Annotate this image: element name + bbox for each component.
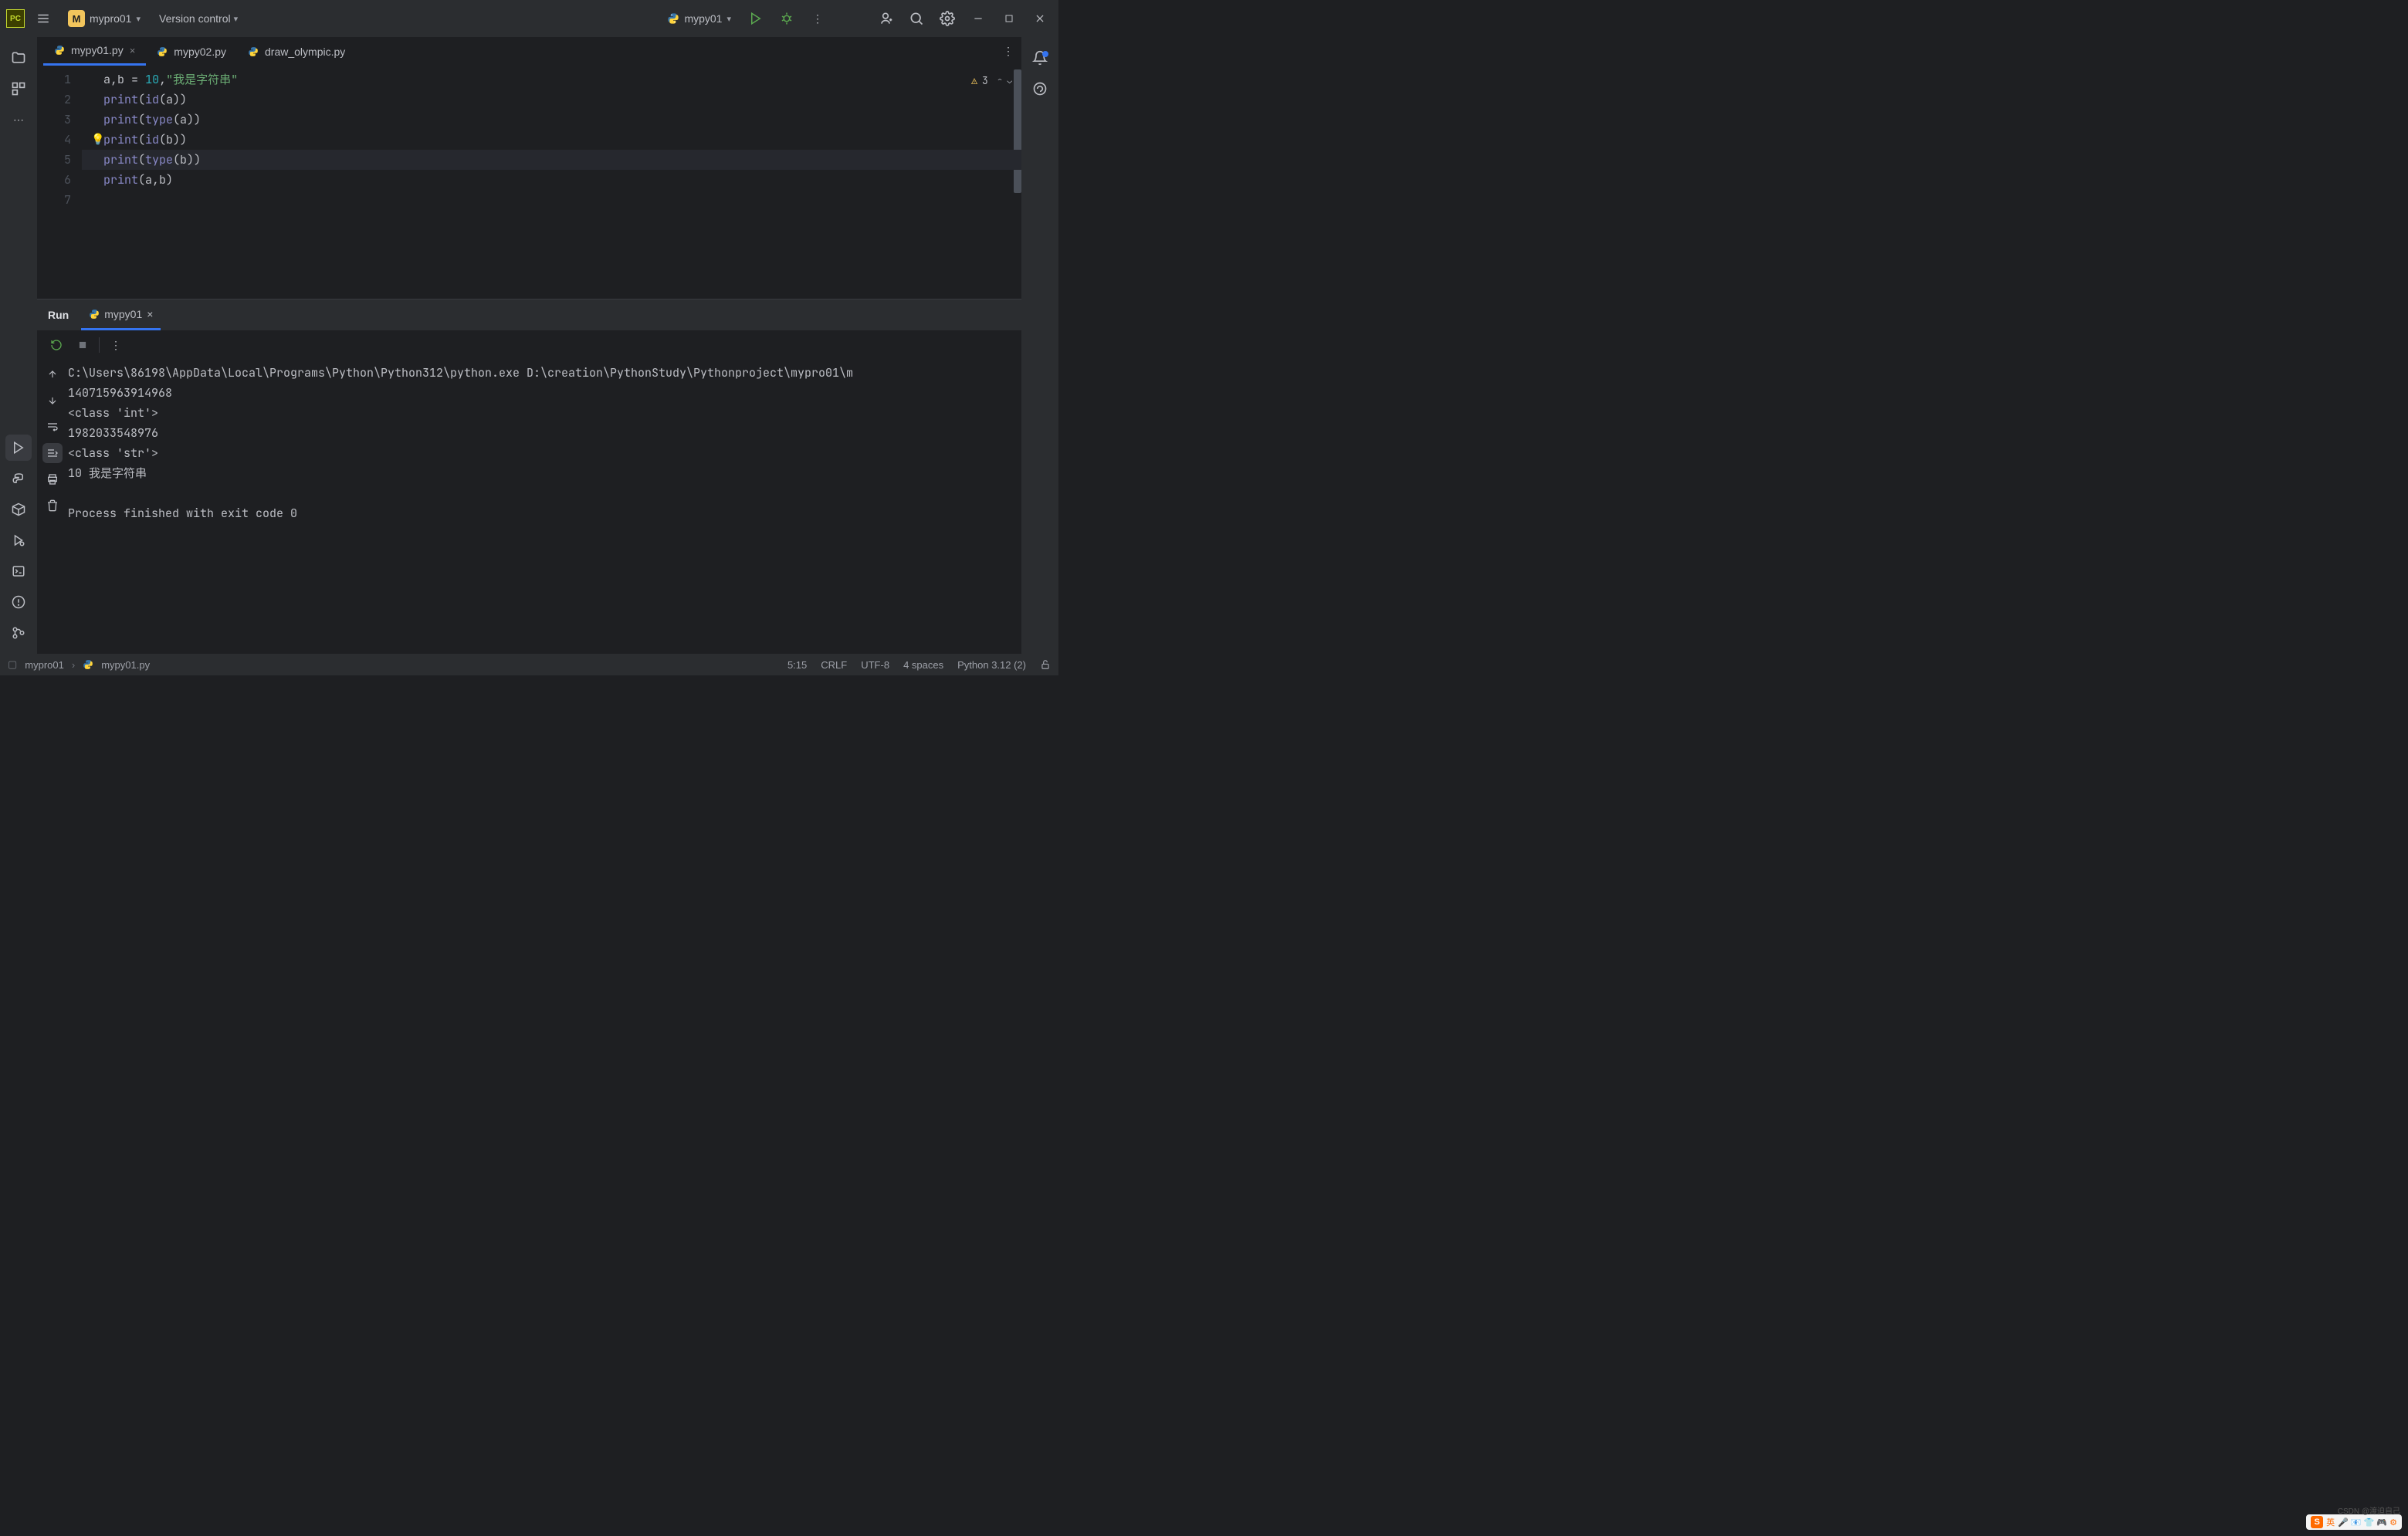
main-menu-button[interactable]: [31, 6, 56, 31]
lock-icon[interactable]: [1040, 659, 1051, 670]
indent-setting[interactable]: 4 spaces: [903, 659, 943, 671]
problems-button[interactable]: [5, 589, 32, 615]
run-config-selector[interactable]: mypy01 ▾: [661, 9, 737, 28]
close-icon[interactable]: ×: [147, 308, 153, 320]
editor-tab[interactable]: draw_olympic.py: [237, 37, 356, 66]
cursor-position[interactable]: 5:15: [787, 659, 807, 671]
editor-tab-label: draw_olympic.py: [265, 46, 345, 58]
close-window-button[interactable]: [1028, 6, 1052, 31]
right-tool-strip: [1021, 37, 1058, 654]
editor-tab-label: mypy02.py: [174, 46, 226, 58]
ime-badge-icon: S: [2311, 1516, 2323, 1528]
print-button[interactable]: [42, 469, 63, 489]
run-panel: Run mypy01 × ⋮: [37, 299, 1021, 654]
project-selector[interactable]: M mypro01 ▾: [62, 7, 147, 30]
python-icon: [248, 46, 259, 57]
watermark: CSDN @渡迫自己: [2338, 1504, 2400, 1516]
notification-dot-icon: [1042, 51, 1048, 57]
services-button[interactable]: [5, 527, 32, 553]
code-line[interactable]: print(type(b)): [82, 150, 1021, 170]
editor-tab[interactable]: mypy01.py ×: [43, 37, 146, 66]
close-icon[interactable]: ×: [130, 45, 136, 56]
editor-tabs-more-button[interactable]: ⋮: [995, 45, 1021, 58]
minimize-button[interactable]: [966, 6, 991, 31]
code-line[interactable]: a,b = 10,"我是字符串": [82, 69, 1021, 90]
left-tool-strip: ⋯: [0, 37, 37, 654]
run-panel-title: Run: [48, 309, 69, 321]
run-toolbar-more-button[interactable]: ⋮: [106, 335, 126, 355]
python-icon: [667, 12, 679, 25]
scroll-to-end-button[interactable]: [42, 443, 63, 463]
project-badge: M: [68, 10, 85, 27]
run-tool-button[interactable]: [5, 435, 32, 461]
down-button[interactable]: [42, 391, 63, 411]
soft-wrap-button[interactable]: [42, 417, 63, 437]
stop-button[interactable]: [73, 335, 93, 355]
rerun-button[interactable]: [46, 335, 66, 355]
editor-code-area[interactable]: 💡 ⚠ 3 ⌃ ⌄ a,b = 10,"我是字符串"print(id(a))pr…: [82, 66, 1021, 299]
breadcrumb-separator: ›: [72, 659, 75, 671]
python-packages-button[interactable]: [5, 496, 32, 523]
python-icon: [89, 309, 100, 320]
app-icon: PC: [6, 9, 25, 28]
console-output[interactable]: C:\Users\86198\AppData\Local\Programs\Py…: [68, 360, 1021, 654]
version-control-label: Version control: [159, 12, 231, 25]
clear-button[interactable]: [42, 496, 63, 516]
file-encoding[interactable]: UTF-8: [861, 659, 889, 671]
settings-button[interactable]: [935, 6, 960, 31]
statusbar: ▢ mypro01 › mypy01.py 5:15 CRLF UTF-8 4 …: [0, 654, 1058, 675]
terminal-button[interactable]: [5, 558, 32, 584]
ime-toolbar[interactable]: S 英 🎤 📧 👕 🎮 ⚙: [2306, 1514, 2402, 1530]
editor[interactable]: 1234567 💡 ⚠ 3 ⌃ ⌄ a,b = 10,"我是字符串"print(…: [37, 66, 1021, 299]
version-control-menu[interactable]: Version control ▾: [153, 9, 244, 28]
chevron-down-icon: ▾: [136, 14, 141, 24]
more-actions-button[interactable]: ⋮: [805, 6, 830, 31]
version-control-tool-button[interactable]: [5, 620, 32, 646]
run-tab-label: mypy01: [104, 308, 142, 320]
run-config-label: mypy01: [684, 12, 722, 25]
chevron-down-icon: ▾: [234, 14, 239, 24]
more-tool-button[interactable]: ⋯: [5, 107, 32, 133]
ai-assistant-button[interactable]: [1027, 76, 1053, 102]
python-icon: [54, 45, 65, 56]
code-line[interactable]: print(id(b)): [82, 130, 1021, 150]
titlebar: PC M mypro01 ▾ Version control ▾ mypy01 …: [0, 0, 1058, 37]
project-name-label: mypro01: [90, 12, 131, 25]
python-icon: [157, 46, 168, 57]
code-line[interactable]: print(id(a)): [82, 90, 1021, 110]
python-icon: [83, 659, 93, 670]
notifications-button[interactable]: [1027, 45, 1053, 71]
interpreter[interactable]: Python 3.12 (2): [957, 659, 1026, 671]
search-button[interactable]: [904, 6, 929, 31]
editor-tabs: mypy01.py × mypy02.py draw_olympic.py ⋮: [37, 37, 1021, 66]
ime-label: 英: [2326, 1516, 2335, 1528]
code-line[interactable]: print(type(a)): [82, 110, 1021, 130]
line-separator[interactable]: CRLF: [821, 659, 847, 671]
run-side-toolbar: [37, 360, 68, 654]
editor-gutter: 1234567: [37, 66, 82, 299]
debug-button[interactable]: [774, 6, 799, 31]
structure-tool-button[interactable]: [5, 76, 32, 102]
chevron-down-icon: ▾: [726, 14, 731, 24]
breadcrumb-root-icon: ▢: [8, 658, 17, 671]
run-tab[interactable]: mypy01 ×: [81, 299, 161, 330]
python-console-button[interactable]: [5, 465, 32, 492]
code-with-me-button[interactable]: [873, 6, 898, 31]
up-button[interactable]: [42, 364, 63, 384]
code-line[interactable]: print(a,b): [82, 170, 1021, 190]
run-toolbar: ⋮: [37, 330, 1021, 360]
run-button[interactable]: [743, 6, 768, 31]
editor-tab[interactable]: mypy02.py: [146, 37, 237, 66]
maximize-button[interactable]: [997, 6, 1021, 31]
run-panel-header: Run mypy01 ×: [37, 299, 1021, 330]
project-tool-button[interactable]: [5, 45, 32, 71]
editor-tab-label: mypy01.py: [71, 44, 124, 56]
breadcrumb-file[interactable]: mypy01.py: [101, 659, 150, 671]
breadcrumb-root[interactable]: mypro01: [25, 659, 64, 671]
